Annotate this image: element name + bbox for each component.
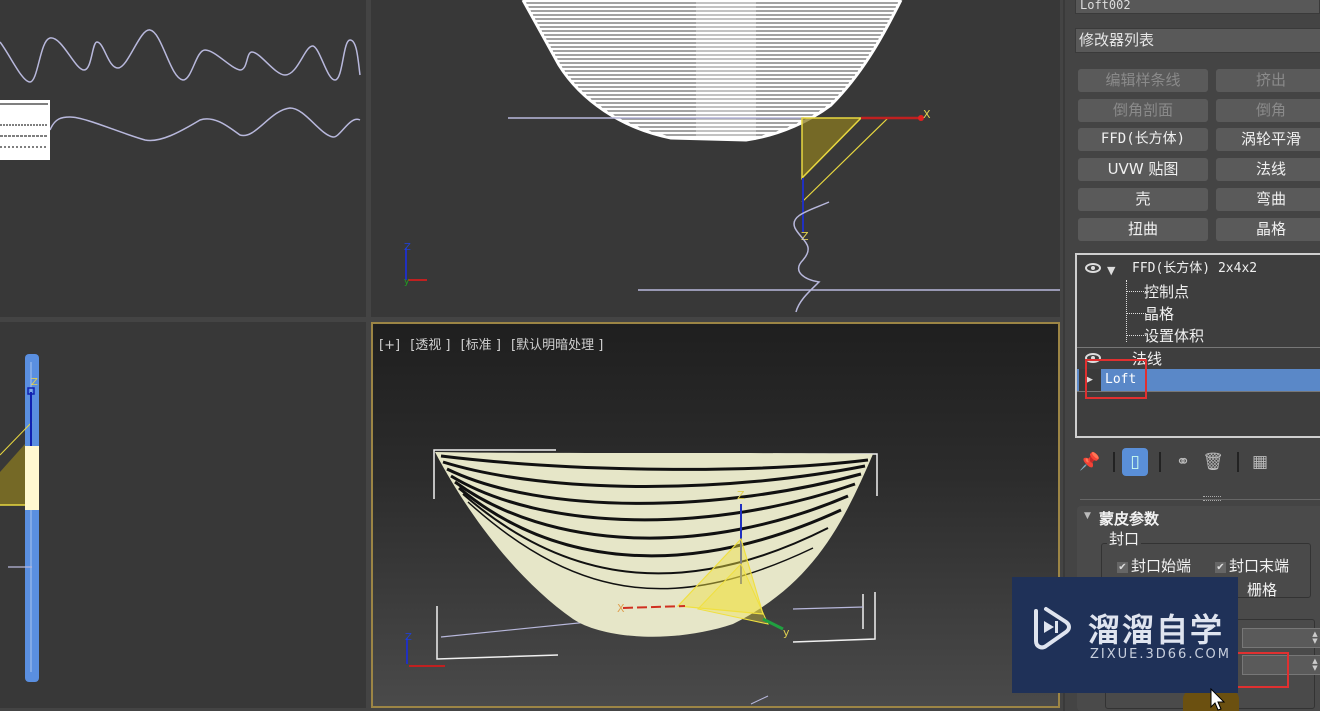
- capping-group-title: 封口: [1107, 528, 1142, 549]
- modifier-list-dropdown[interactable]: 修改器列表: [1075, 28, 1320, 53]
- stack-item-ffd[interactable]: ▼ FFD(长方体) 2x4x2: [1077, 258, 1320, 280]
- modifier-button-twist[interactable]: 扭曲: [1078, 218, 1208, 241]
- mouse-cursor-icon: [1210, 688, 1226, 711]
- modifier-button-ffd-box[interactable]: FFD(长方体): [1078, 128, 1208, 151]
- play-logo-icon: [1034, 607, 1071, 650]
- modifier-button-bevel[interactable]: 倒角: [1216, 99, 1320, 122]
- stack-toolbar: 📌 ▯ ⚭ 🗑 ▦: [1075, 446, 1315, 478]
- gizmo-plane-handle: [801, 117, 863, 180]
- object-name-field[interactable]: Loft002: [1075, 0, 1320, 14]
- modifier-button-extrude[interactable]: 挤出: [1216, 69, 1320, 92]
- modifier-button-uvw-map[interactable]: UVW 贴图: [1078, 158, 1208, 181]
- modifier-button-lattice[interactable]: 晶格: [1216, 218, 1320, 241]
- gizmo-z-label: Z: [31, 377, 38, 388]
- pin-stack-icon[interactable]: 📌: [1077, 448, 1103, 476]
- axis-tripod: Z: [405, 632, 445, 667]
- stack-subitem-lattice[interactable]: 晶格: [1144, 303, 1174, 324]
- axis-z-label: Z: [404, 242, 411, 253]
- modifier-button-bend[interactable]: 弯曲: [1216, 188, 1320, 211]
- tree-line: [1126, 280, 1127, 342]
- stack-subitem-set-volume[interactable]: 设置体积: [1144, 325, 1204, 346]
- watermark-subtitle: ZIXUE.3D66.COM: [1090, 647, 1231, 662]
- tree-branch: [1126, 313, 1146, 314]
- gizmo-z-label: Z: [737, 489, 745, 502]
- spinner-arrows-icon[interactable]: ▲ ▼: [1311, 658, 1319, 672]
- modifier-button-normal[interactable]: 法线: [1216, 158, 1320, 181]
- viewport-left-canvas: X Z Z y: [404, 0, 1060, 313]
- viewport-front[interactable]: [0, 0, 366, 317]
- viewport-left[interactable]: X Z Z y: [371, 0, 1060, 317]
- gizmo-x-label: X: [617, 602, 625, 615]
- cap-end-label: 封口末端: [1229, 557, 1290, 575]
- viewport-perspective-canvas: Z X y Z: [405, 449, 878, 705]
- gizmo-x-label: X: [923, 108, 931, 121]
- toolbar-separator: [1113, 452, 1115, 472]
- spinner-arrows-icon[interactable]: ▲ ▼: [1311, 631, 1319, 645]
- loft-object-sliver: [0, 100, 50, 160]
- tree-branch: [1126, 291, 1146, 292]
- wave-spline-path: [0, 29, 361, 83]
- gizmo-plane-handle: [0, 444, 25, 505]
- gizmo-y-label: y: [783, 626, 790, 639]
- path-spline-vertical: [793, 201, 830, 313]
- 3dsmax-workspace: X Z Z y Z [+] [透视] [标准] [默认明暗处理] Z X …: [0, 0, 1320, 711]
- remove-modifier-icon[interactable]: 🗑: [1200, 448, 1226, 476]
- cap-start-checkbox[interactable]: ✔ 封口始端: [1117, 555, 1191, 576]
- collapse-icon[interactable]: ▼: [1084, 511, 1091, 521]
- axis-tripod: Z y: [404, 242, 427, 287]
- toolbar-separator: [1237, 452, 1239, 472]
- checkmark-icon: ✔: [1215, 562, 1226, 573]
- expand-down-icon[interactable]: ▼: [1107, 260, 1115, 282]
- modifier-stack: ▼ FFD(长方体) 2x4x2 控制点 晶格 设置体积 法线 ▶ Loft: [1075, 253, 1320, 438]
- make-unique-icon[interactable]: ⚭: [1170, 448, 1196, 476]
- axis-z-label: Z: [405, 632, 412, 643]
- grid-option-label[interactable]: 栅格: [1247, 579, 1277, 600]
- modifier-button-edit-spline[interactable]: 编辑样条线: [1078, 69, 1208, 92]
- modifier-button-shell[interactable]: 壳: [1078, 188, 1208, 211]
- stack-item-ffd-label: FFD(长方体) 2x4x2: [1132, 261, 1258, 276]
- shape-spline-path: [49, 107, 361, 142]
- spinner-field-1[interactable]: ▲ ▼: [1242, 628, 1320, 648]
- configure-modifier-sets-icon[interactable]: ▦: [1247, 448, 1273, 476]
- highlight-annotation-box: [1085, 359, 1147, 399]
- viewport-perspective[interactable]: [+] [透视 ] [标准 ] [默认明暗处理 ] Z X y Z: [371, 322, 1060, 708]
- viewport-side[interactable]: Z: [0, 322, 366, 708]
- toolbar-separator: [1159, 452, 1161, 472]
- watermark-overlay: 溜溜自学 ZIXUE.3D66.COM: [1012, 577, 1238, 693]
- modifier-button-bevel-profile[interactable]: 倒角剖面: [1078, 99, 1208, 122]
- stack-subitem-control-points[interactable]: 控制点: [1144, 281, 1189, 302]
- tree-branch: [1126, 335, 1146, 336]
- show-end-result-icon[interactable]: ▯: [1122, 448, 1148, 476]
- rollout-divider: [1080, 499, 1320, 500]
- cap-end-checkbox[interactable]: ✔ 封口末端: [1215, 555, 1289, 576]
- viewport-front-canvas: [0, 29, 361, 160]
- eye-icon[interactable]: [1085, 263, 1101, 273]
- axis-y-label: y: [404, 277, 410, 287]
- viewport-side-canvas: Z: [0, 354, 39, 682]
- rollout-title[interactable]: 蒙皮参数: [1099, 508, 1159, 529]
- cap-start-label: 封口始端: [1131, 557, 1192, 575]
- checkmark-icon: ✔: [1117, 562, 1128, 573]
- modifier-button-turbosmooth[interactable]: 涡轮平滑: [1216, 128, 1320, 151]
- watermark-title: 溜溜自学: [1088, 611, 1225, 649]
- rollout-grip[interactable]: [1203, 496, 1221, 501]
